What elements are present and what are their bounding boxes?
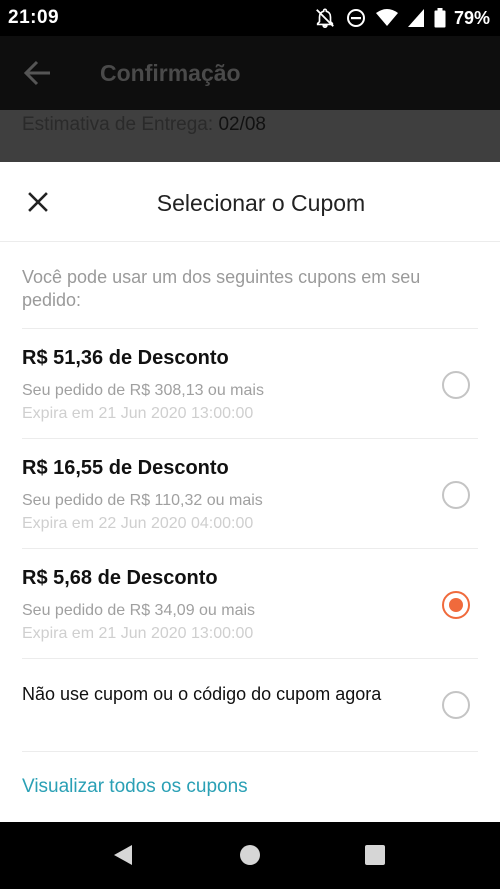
system-nav-bar [0,822,500,889]
delivery-estimate-value: 02/08 [218,114,266,135]
status-bar: 21:09 79% [0,0,500,36]
no-coupon-label: Não use cupom ou o código do cupom agora [22,684,382,704]
coupon-discount: R$ 51,36 de Desconto [22,347,229,369]
notifications-off-icon [314,7,336,29]
no-coupon-option[interactable]: Não use cupom ou o código do cupom agora [22,658,478,752]
coupon-expiry: Expira em 21 Jun 2020 13:00:00 [22,625,254,642]
battery-percentage: 79% [453,7,490,28]
coupon-min-order: Seu pedido de R$ 110,32 ou mais [22,492,263,509]
recents-square-icon[interactable] [364,844,386,871]
coupon-radio[interactable] [442,591,470,619]
signal-icon [407,9,424,27]
sheet-header: Selecionar o Cupom [0,162,500,242]
coupon-option[interactable]: R$ 51,36 de Desconto Seu pedido de R$ 30… [22,328,478,438]
sheet-title: Selecionar o Cupom [156,190,366,216]
app-header: Confirmação [0,36,500,110]
battery-icon [434,8,446,28]
underlying-content: Estimativa de Entrega: 02/08 [0,110,500,162]
coupon-min-order: Seu pedido de R$ 34,09 ou mais [22,602,256,619]
delivery-estimate-label: Estimativa de Entrega: [22,114,214,135]
status-time: 21:09 [8,7,60,28]
coupon-discount: R$ 5,68 de Desconto [22,567,218,589]
coupon-list: R$ 51,36 de Desconto Seu pedido de R$ 30… [22,328,478,752]
coupon-discount: R$ 16,55 de Desconto [22,457,229,479]
coupon-option[interactable]: R$ 16,55 de Desconto Seu pedido de R$ 11… [22,438,478,548]
no-coupon-radio[interactable] [442,691,470,719]
wifi-icon [375,9,398,27]
coupon-option[interactable]: R$ 5,68 de Desconto Seu pedido de R$ 34,… [22,548,478,658]
coupon-min-order: Seu pedido de R$ 308,13 ou mais [22,382,264,399]
arrow-left-icon [23,60,52,91]
do-not-disturb-icon [346,8,366,28]
coupon-expiry: Expira em 22 Jun 2020 04:00:00 [22,515,254,532]
home-circle-icon[interactable] [239,844,261,871]
underlying-page-overlay: Confirmação Estimativa de Entrega: 02/08 [0,36,500,162]
coupon-intro-text: Você pode usar um dos seguintes cupons e… [22,267,421,310]
page-title: Confirmação [100,60,241,86]
coupon-expiry: Expira em 21 Jun 2020 13:00:00 [22,405,254,422]
coupon-radio[interactable] [442,371,470,399]
status-icons: 79% [314,6,490,30]
view-all-coupons-link[interactable]: Visualizar todos os cupons [22,776,248,798]
back-triangle-icon[interactable] [112,844,134,871]
coupon-bottom-sheet: Selecionar o Cupom Você pode usar um dos… [0,162,500,822]
coupon-radio[interactable] [442,481,470,509]
delivery-estimate: Estimativa de Entrega: 02/08 [22,114,266,136]
